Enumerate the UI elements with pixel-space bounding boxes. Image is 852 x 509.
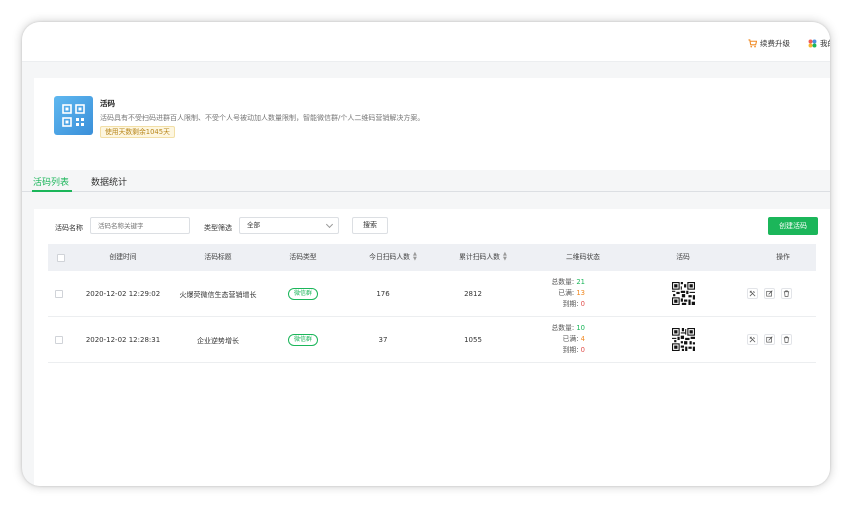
row-today-scans: 37 bbox=[378, 336, 388, 344]
column-today-scans-label: 今日扫码人数 bbox=[369, 253, 410, 261]
settings-tool-button[interactable] bbox=[747, 334, 758, 345]
select-all-checkbox[interactable] bbox=[57, 254, 65, 262]
row-created-time: 2020-12-02 12:28:31 bbox=[85, 336, 161, 344]
row-title: 企业逆势增长 bbox=[197, 337, 239, 345]
column-today-scans[interactable]: 今日扫码人数 ▲ ▼ bbox=[348, 244, 438, 271]
row-checkbox[interactable] bbox=[55, 336, 63, 344]
edit-button[interactable] bbox=[764, 288, 775, 299]
tab-qrcode-list[interactable]: 活码列表 bbox=[33, 175, 69, 188]
delete-row-button[interactable] bbox=[781, 334, 792, 345]
status-total-label: 总数量: bbox=[551, 278, 575, 286]
status-total-value: 10 bbox=[576, 324, 585, 332]
table-row: 2020-12-02 12:29:02 火爆荧微信生态营销增长 微信群 176 … bbox=[48, 271, 816, 317]
status-full-label: 已满: bbox=[558, 289, 575, 297]
name-search-input[interactable] bbox=[90, 217, 190, 234]
column-created-time: 创建时间 bbox=[109, 253, 137, 261]
status-total-value: 21 bbox=[576, 278, 585, 286]
row-type-tag: 微信群 bbox=[288, 334, 319, 346]
list-panel: 活码名称 类型筛选 全部 搜索 创建活码 创建时间 活码标题 活码类型 今日扫码… bbox=[34, 209, 830, 486]
row-qrcode-status: 总数量: 10 已满: 4 到期: 0 bbox=[525, 323, 585, 356]
trash-icon bbox=[783, 336, 790, 343]
type-filter-select[interactable]: 全部 bbox=[239, 217, 339, 234]
row-total-scans: 2812 bbox=[464, 290, 482, 298]
row-today-scans: 176 bbox=[376, 290, 390, 298]
feature-title: 活码 bbox=[100, 99, 115, 108]
cart-icon bbox=[748, 39, 757, 48]
feature-intro-panel: 活码 活码具有不受扫码进群百人限制、不受个人号被动加人数量限制，智能微信群/个人… bbox=[34, 78, 830, 170]
qrcode-image[interactable] bbox=[672, 282, 695, 305]
table-row: 2020-12-02 12:28:31 企业逆势增长 微信群 37 1055 总… bbox=[48, 317, 816, 363]
delete-row-button[interactable] bbox=[781, 288, 792, 299]
row-total-scans: 1055 bbox=[464, 336, 482, 344]
chevron-down-icon bbox=[325, 220, 334, 229]
row-title: 火爆荧微信生态营销增长 bbox=[179, 291, 257, 299]
column-qrcode: 活码 bbox=[676, 253, 690, 261]
app-window: 续费升级 我的 bbox=[22, 22, 830, 486]
sort-icon: ▲ ▼ bbox=[412, 251, 417, 262]
row-qrcode-status: 总数量: 21 已满: 13 到期: 0 bbox=[525, 277, 585, 310]
status-full-value: 13 bbox=[576, 289, 585, 297]
top-bar: 续费升级 我的 bbox=[22, 22, 830, 62]
table-header: 创建时间 活码标题 活码类型 今日扫码人数 ▲ ▼ 累计扫码人数 ▲ ▼ 二维码状态 活… bbox=[48, 244, 816, 271]
column-total-scans-label: 累计扫码人数 bbox=[459, 253, 500, 261]
column-actions: 操作 bbox=[776, 253, 790, 261]
feature-description: 活码具有不受扫码进群百人限制、不受个人号被动加人数量限制，智能微信群/个人二维码… bbox=[100, 114, 425, 122]
row-checkbox[interactable] bbox=[55, 290, 63, 298]
qrcode-image[interactable] bbox=[672, 328, 695, 351]
edit-icon bbox=[766, 290, 773, 297]
settings-tool-button[interactable] bbox=[747, 288, 758, 299]
status-expired-value: 0 bbox=[580, 346, 585, 354]
user-menu-link[interactable]: 我的 bbox=[808, 38, 830, 49]
status-expired-value: 0 bbox=[580, 300, 585, 308]
tool-icon bbox=[749, 290, 756, 297]
edit-icon bbox=[766, 336, 773, 343]
column-title: 活码标题 bbox=[204, 253, 232, 261]
status-expired-label: 到期: bbox=[562, 346, 579, 354]
create-qrcode-button[interactable]: 创建活码 bbox=[768, 217, 818, 235]
status-full-label: 已满: bbox=[562, 335, 579, 343]
user-menu-label: 我的 bbox=[820, 39, 830, 48]
active-tab-indicator bbox=[32, 190, 72, 192]
type-filter-label: 类型筛选 bbox=[204, 224, 232, 232]
column-qrcode-status: 二维码状态 bbox=[566, 253, 600, 261]
name-filter-label: 活码名称 bbox=[55, 224, 83, 232]
type-filter-value: 全部 bbox=[247, 221, 260, 229]
row-type-tag: 微信群 bbox=[288, 288, 319, 300]
row-created-time: 2020-12-02 12:29:02 bbox=[85, 290, 161, 298]
tab-bar: 活码列表 数据统计 bbox=[22, 172, 830, 192]
column-type: 活码类型 bbox=[289, 253, 317, 261]
tab-data-statistics[interactable]: 数据统计 bbox=[91, 175, 127, 188]
qrcode-logo-icon bbox=[54, 96, 93, 135]
status-full-value: 4 bbox=[580, 335, 585, 343]
status-expired-label: 到期: bbox=[562, 300, 579, 308]
status-total-label: 总数量: bbox=[551, 324, 575, 332]
trash-icon bbox=[783, 290, 790, 297]
apps-icon bbox=[808, 39, 817, 48]
days-remaining-badge: 使用天数剩余1045天 bbox=[100, 126, 175, 138]
tool-icon bbox=[749, 336, 756, 343]
renew-upgrade-label: 续费升级 bbox=[760, 39, 790, 48]
column-total-scans[interactable]: 累计扫码人数 ▲ ▼ bbox=[438, 244, 528, 271]
edit-button[interactable] bbox=[764, 334, 775, 345]
renew-upgrade-link[interactable]: 续费升级 bbox=[748, 38, 790, 49]
search-button[interactable]: 搜索 bbox=[352, 217, 388, 234]
sort-icon: ▲ ▼ bbox=[502, 251, 507, 262]
